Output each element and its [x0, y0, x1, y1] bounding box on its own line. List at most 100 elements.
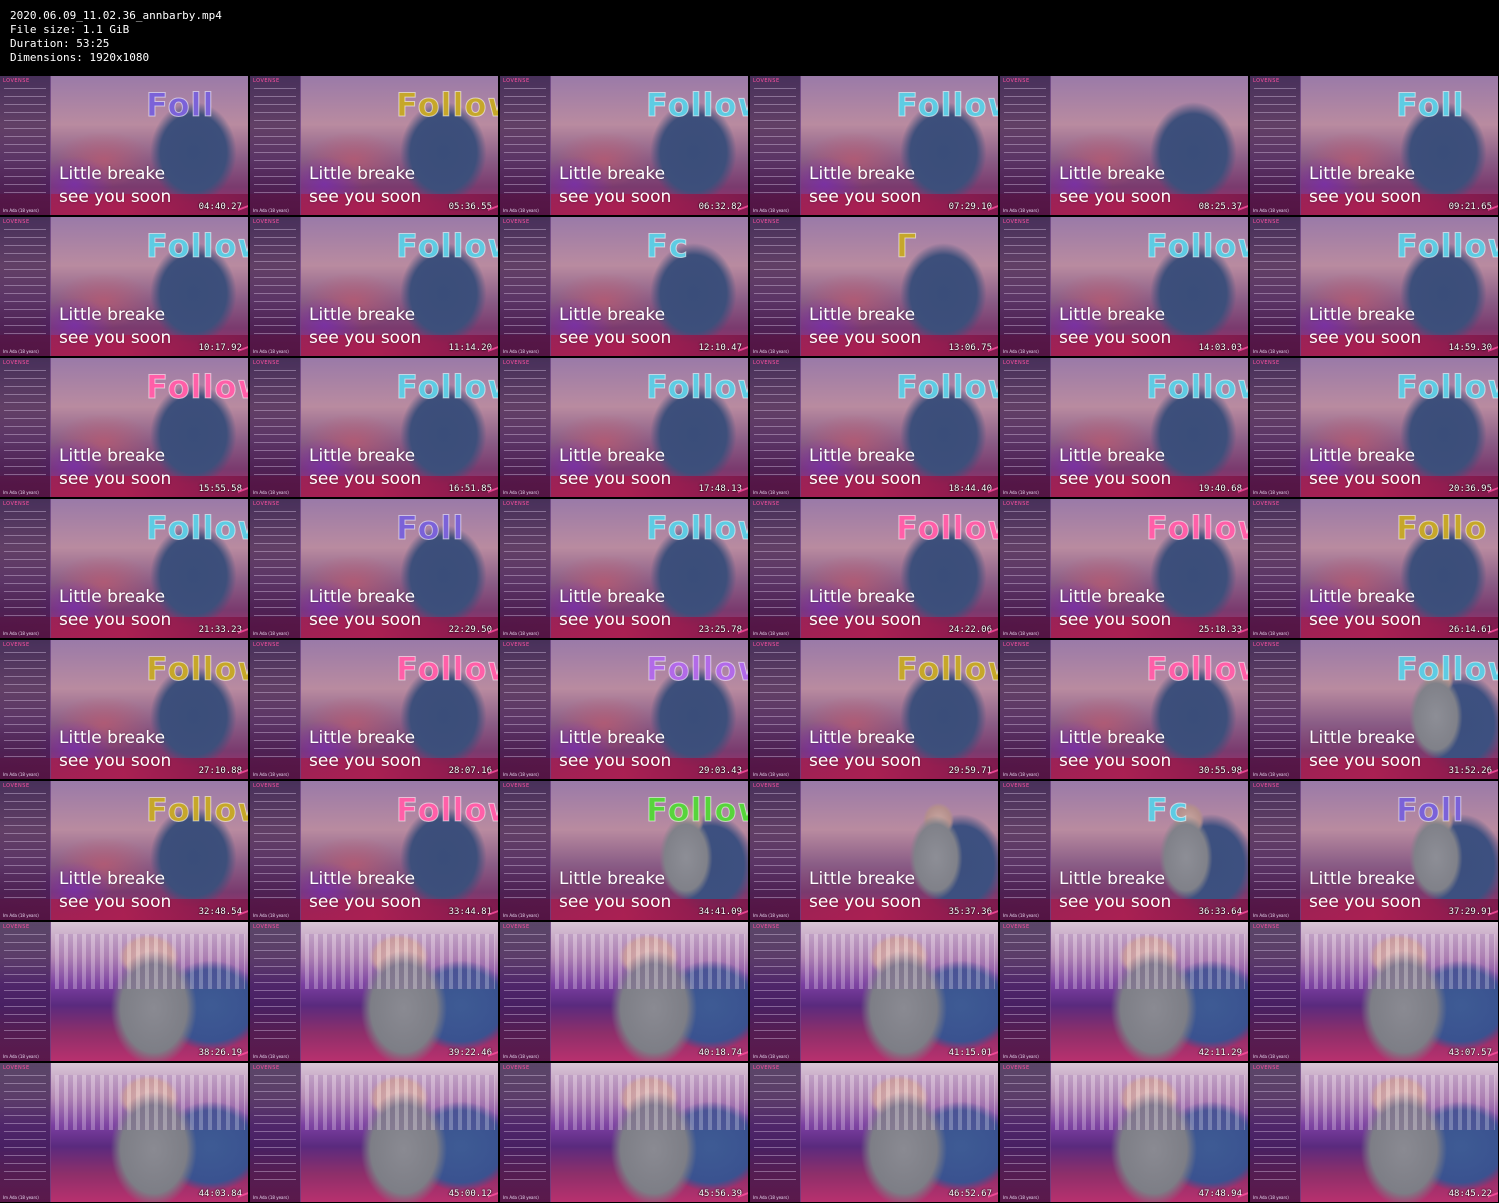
- video-thumbnail[interactable]: LOVENSE Im Ada (18 years) Little breake see…: [1000, 781, 1248, 920]
- video-thumbnail[interactable]: LOVENSE Im Ada (18 years) Little breake see…: [250, 499, 498, 638]
- lovense-panel: LOVENSE Im Ada (18 years): [0, 1063, 51, 1202]
- follow-sign: Foll: [145, 86, 215, 125]
- lovense-logo: LOVENSE: [1003, 1065, 1030, 1071]
- video-thumbnail[interactable]: LOVENSE Im Ada (18 years) Little breake see…: [500, 76, 748, 215]
- video-thumbnail[interactable]: LOVENSE Im Ada (18 years) 38:26.19: [0, 922, 248, 1061]
- video-thumbnail[interactable]: LOVENSE Im Ada (18 years) 42:11.29: [1000, 922, 1248, 1061]
- video-thumbnail[interactable]: LOVENSE Im Ada (18 years) Little breake see…: [1250, 781, 1498, 920]
- thumbnail-timestamp: 34:41.09: [698, 907, 742, 917]
- video-thumbnail[interactable]: LOVENSE Im Ada (18 years) Little breake see…: [250, 358, 498, 497]
- video-thumbnail[interactable]: LOVENSE Im Ada (18 years) 43:07.57: [1250, 922, 1498, 1061]
- video-thumbnail[interactable]: LOVENSE Im Ada (18 years) Little breake see…: [0, 76, 248, 215]
- video-thumbnail[interactable]: LOVENSE Im Ada (18 years) Little breake see…: [750, 499, 998, 638]
- panel-footer: Im Ada (18 years): [1003, 208, 1039, 213]
- lovense-logo: LOVENSE: [1253, 783, 1280, 789]
- break-message: Little breake see you soon: [1309, 304, 1421, 350]
- break-message: Little breake see you soon: [559, 445, 671, 491]
- video-thumbnail[interactable]: LOVENSE Im Ada (18 years) 48:45.22: [1250, 1063, 1498, 1202]
- video-thumbnail[interactable]: LOVENSE Im Ada (18 years) Little breake see…: [250, 76, 498, 215]
- follow-sign: Follow: [1145, 650, 1248, 689]
- panel-footer: Im Ada (18 years): [1003, 631, 1039, 636]
- video-thumbnail[interactable]: LOVENSE Im Ada (18 years) 45:00.12: [250, 1063, 498, 1202]
- break-message-line2: see you soon: [309, 892, 422, 912]
- video-thumbnail[interactable]: LOVENSE Im Ada (18 years) Little breake see…: [250, 781, 498, 920]
- video-thumbnail[interactable]: LOVENSE Im Ada (18 years) Little breake see…: [1250, 76, 1498, 215]
- tip-menu-rows: [1004, 934, 1046, 1044]
- tip-menu-rows: [754, 370, 796, 480]
- break-message-line1: Little breake: [809, 587, 916, 607]
- panel-footer: Im Ada (18 years): [253, 490, 289, 495]
- video-thumbnail[interactable]: LOVENSE Im Ada (18 years) 44:03.84: [0, 1063, 248, 1202]
- video-thumbnail[interactable]: LOVENSE Im Ada (18 years) Little breake see…: [0, 499, 248, 638]
- video-thumbnail[interactable]: LOVENSE Im Ada (18 years) Little breake see…: [0, 358, 248, 497]
- video-thumbnail[interactable]: LOVENSE Im Ada (18 years) Little breake see…: [1000, 76, 1248, 215]
- break-message-line1: Little breake: [309, 587, 416, 607]
- video-thumbnail[interactable]: LOVENSE Im Ada (18 years) Little breake see…: [250, 217, 498, 356]
- video-thumbnail[interactable]: LOVENSE Im Ada (18 years) Little breake see…: [750, 217, 998, 356]
- break-message-line1: Little breake: [559, 446, 666, 466]
- video-thumbnail[interactable]: LOVENSE Im Ada (18 years) 39:22.46: [250, 922, 498, 1061]
- panel-footer: Im Ada (18 years): [753, 772, 789, 777]
- video-thumbnail[interactable]: LOVENSE Im Ada (18 years) Little breake see…: [750, 358, 998, 497]
- video-thumbnail[interactable]: LOVENSE Im Ada (18 years) Little breake see…: [500, 217, 748, 356]
- video-thumbnail[interactable]: LOVENSE Im Ada (18 years) Little breake see…: [1250, 358, 1498, 497]
- break-message-line1: Little breake: [1309, 446, 1416, 466]
- thumbnail-timestamp: 06:32.82: [698, 202, 742, 212]
- video-thumbnail[interactable]: LOVENSE Im Ada (18 years) Little breake see…: [1250, 499, 1498, 638]
- tip-menu-rows: [4, 793, 46, 903]
- follow-sign: Follow: [645, 86, 748, 125]
- follow-sign: Follow: [395, 86, 498, 125]
- thumbnail-timestamp: 17:48.13: [698, 484, 742, 494]
- lovense-panel: LOVENSE Im Ada (18 years): [1000, 922, 1051, 1061]
- lovense-panel: LOVENSE Im Ada (18 years): [250, 1063, 301, 1202]
- break-message-line1: Little breake: [59, 728, 166, 748]
- follow-sign: Follow: [895, 509, 998, 548]
- file-name: 2020.06.09_11.02.36_annbarby.mp4: [10, 9, 222, 22]
- lovense-panel: LOVENSE Im Ada (18 years): [250, 499, 301, 638]
- video-thumbnail[interactable]: LOVENSE Im Ada (18 years) Little breake see…: [250, 640, 498, 779]
- break-message-line1: Little breake: [309, 728, 416, 748]
- tip-menu-rows: [254, 88, 296, 198]
- break-message: Little breake see you soon: [309, 586, 421, 632]
- video-thumbnail[interactable]: LOVENSE Im Ada (18 years) Little breake see…: [1250, 640, 1498, 779]
- video-thumbnail[interactable]: LOVENSE Im Ada (18 years) 40:18.74: [500, 922, 748, 1061]
- tip-menu-rows: [1004, 793, 1046, 903]
- lovense-logo: LOVENSE: [1003, 783, 1030, 789]
- video-thumbnail[interactable]: LOVENSE Im Ada (18 years) Little breake see…: [1250, 217, 1498, 356]
- lovense-panel: LOVENSE Im Ada (18 years): [750, 922, 801, 1061]
- video-thumbnail[interactable]: LOVENSE Im Ada (18 years) Little breake see…: [500, 781, 748, 920]
- lovense-logo: LOVENSE: [1253, 1065, 1280, 1071]
- lovense-logo: LOVENSE: [3, 219, 30, 225]
- break-message-line1: Little breake: [559, 164, 666, 184]
- break-message-line1: Little breake: [559, 728, 666, 748]
- break-message-line2: see you soon: [559, 187, 672, 207]
- panel-footer: Im Ada (18 years): [503, 490, 539, 495]
- video-thumbnail[interactable]: LOVENSE Im Ada (18 years) Little breake see…: [1000, 499, 1248, 638]
- video-thumbnail[interactable]: LOVENSE Im Ada (18 years) Little breake see…: [0, 781, 248, 920]
- tip-menu-rows: [254, 1075, 296, 1185]
- video-thumbnail[interactable]: LOVENSE Im Ada (18 years) Little breake see…: [750, 640, 998, 779]
- video-thumbnail[interactable]: LOVENSE Im Ada (18 years) 46:52.67: [750, 1063, 998, 1202]
- video-thumbnail[interactable]: LOVENSE Im Ada (18 years) Little breake see…: [750, 781, 998, 920]
- tip-menu-rows: [504, 934, 546, 1044]
- video-thumbnail[interactable]: LOVENSE Im Ada (18 years) 45:56.39: [500, 1063, 748, 1202]
- break-message: Little breake see you soon: [309, 304, 421, 350]
- video-thumbnail[interactable]: LOVENSE Im Ada (18 years) Little breake see…: [0, 217, 248, 356]
- break-message: Little breake see you soon: [59, 304, 171, 350]
- video-thumbnail[interactable]: LOVENSE Im Ada (18 years) 47:48.94: [1000, 1063, 1248, 1202]
- break-message: Little breake see you soon: [309, 727, 421, 773]
- video-thumbnail[interactable]: LOVENSE Im Ada (18 years) Little breake see…: [1000, 217, 1248, 356]
- video-thumbnail[interactable]: LOVENSE Im Ada (18 years) Little breake see…: [1000, 358, 1248, 497]
- video-thumbnail[interactable]: LOVENSE Im Ada (18 years) Little breake see…: [1000, 640, 1248, 779]
- video-thumbnail[interactable]: LOVENSE Im Ada (18 years) Little breake see…: [500, 358, 748, 497]
- thumbnail-timestamp: 29:03.43: [698, 766, 742, 776]
- break-message: Little breake see you soon: [559, 304, 671, 350]
- video-thumbnail[interactable]: LOVENSE Im Ada (18 years) Little breake see…: [500, 640, 748, 779]
- video-thumbnail[interactable]: LOVENSE Im Ada (18 years) Little breake see…: [500, 499, 748, 638]
- thumbnail-timestamp: 07:29.10: [948, 202, 992, 212]
- thumbnail-timestamp: 25:18.33: [1198, 625, 1242, 635]
- video-thumbnail[interactable]: LOVENSE Im Ada (18 years) 41:15.01: [750, 922, 998, 1061]
- video-thumbnail[interactable]: LOVENSE Im Ada (18 years) Little breake see…: [0, 640, 248, 779]
- video-thumbnail[interactable]: LOVENSE Im Ada (18 years) Little breake see…: [750, 76, 998, 215]
- thumbnail-timestamp: 23:25.78: [698, 625, 742, 635]
